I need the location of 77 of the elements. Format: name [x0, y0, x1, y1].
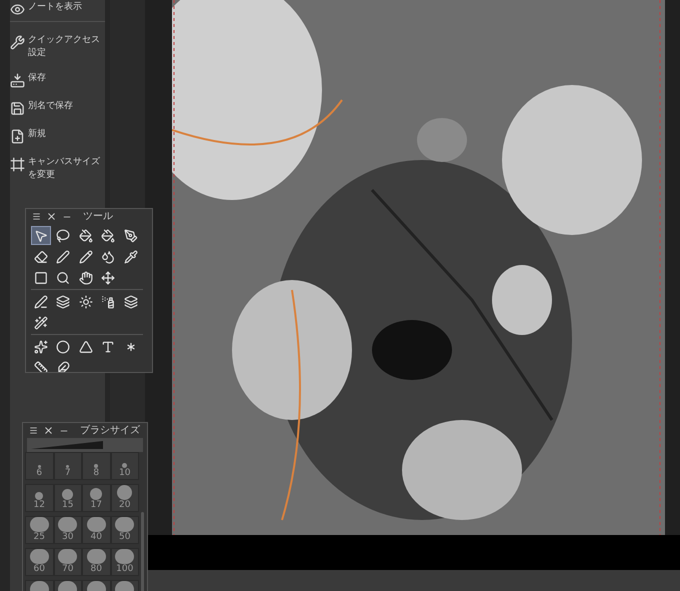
palette-title: ツール: [83, 212, 113, 222]
bucket-icon: [101, 228, 116, 242]
frame-icon: [10, 157, 25, 172]
size-label: 10: [119, 468, 130, 478]
size-label: 30: [62, 532, 74, 542]
layers-icon: [124, 294, 138, 308]
wrench-icon: [10, 35, 25, 50]
size-label: 7: [64, 468, 71, 478]
size-label: 20: [119, 500, 130, 510]
triangle-ruler-icon: [78, 340, 93, 354]
lasso-icon: [56, 228, 70, 242]
feather-icon: [56, 360, 70, 372]
size-label: 8: [93, 468, 100, 478]
size-label: 25: [34, 532, 45, 542]
brush-size-cell[interactable]: 100: [110, 548, 139, 576]
brush-size-cell[interactable]: 8: [82, 452, 110, 480]
sidebar-item[interactable]: クイックアクセス設定: [28, 34, 102, 60]
brush-size-cell[interactable]: 20: [110, 484, 139, 512]
pen-icon: [34, 294, 48, 308]
save-icon: [10, 101, 25, 116]
menu-icon[interactable]: [29, 426, 38, 435]
text-icon: [101, 340, 116, 354]
size-label: 12: [34, 500, 45, 510]
size-label: 60: [34, 564, 45, 574]
brush-size-cell[interactable]: 50: [110, 516, 139, 544]
move-icon: [101, 270, 116, 284]
eraser-icon: [34, 250, 48, 264]
eyedropper-icon: [124, 250, 138, 264]
brush-size-cell[interactable]: 15: [54, 484, 82, 512]
tray-download-icon: [10, 73, 25, 88]
search-icon: [56, 270, 70, 284]
size-label: 100: [116, 564, 134, 574]
sidebar-item[interactable]: キャンバスサイズを変更: [28, 156, 102, 182]
wand-icon: [34, 316, 48, 330]
pen-nib-icon: [124, 228, 138, 242]
pointer-icon: [34, 228, 48, 242]
brush-size-cell[interactable]: 10: [110, 452, 139, 480]
brush-size-cell[interactable]: 6: [25, 452, 54, 480]
size-label: 70: [62, 564, 74, 574]
menu-icon[interactable]: [32, 212, 41, 221]
brush-size-cell[interactable]: 30: [54, 516, 82, 544]
sparkle-icon: [34, 340, 48, 354]
layers-icon: [56, 294, 70, 308]
sidebar-item[interactable]: ノートを表示: [28, 1, 102, 14]
tool-button[interactable]: [31, 226, 51, 245]
ruler-icon: [34, 360, 48, 372]
spray-icon: [101, 294, 116, 308]
brush-size-cell[interactable]: 80: [82, 548, 110, 576]
close-icon[interactable]: [43, 425, 54, 436]
size-label: 6: [36, 468, 42, 478]
brush-size-cell[interactable]: 7: [54, 452, 82, 480]
brush-size-cell[interactable]: 25: [25, 516, 54, 544]
brush-size-cell[interactable]: 60: [25, 548, 54, 576]
size-label: 50: [119, 532, 130, 542]
size-label: 17: [90, 500, 102, 510]
pen-icon: [56, 250, 70, 264]
pencil-icon: [78, 250, 93, 264]
brush-size-cell[interactable]: 40: [82, 516, 110, 544]
sidebar-item[interactable]: 別名で保存: [28, 100, 102, 113]
new-file-icon: [10, 129, 25, 144]
sidebar-item[interactable]: 保存: [28, 72, 102, 85]
brush-size-cell[interactable]: 17: [82, 484, 110, 512]
bucket-icon: [78, 228, 93, 242]
palette-title: ブラシサイズ: [80, 426, 140, 436]
circle-icon: [56, 340, 70, 354]
close-icon[interactable]: [46, 211, 57, 222]
size-label: 80: [90, 564, 102, 574]
brush-size-cell[interactable]: 12: [25, 484, 54, 512]
sidebar-item[interactable]: 新規: [28, 128, 102, 141]
eye-icon: [10, 2, 25, 17]
stroke-wedge-icon: [31, 441, 103, 449]
hand-icon: [78, 270, 93, 284]
rays-icon: [78, 294, 93, 308]
drops-icon: [101, 250, 116, 264]
brush-size-cell[interactable]: 70: [54, 548, 82, 576]
size-label: 15: [62, 500, 74, 510]
size-label: 40: [90, 532, 102, 542]
